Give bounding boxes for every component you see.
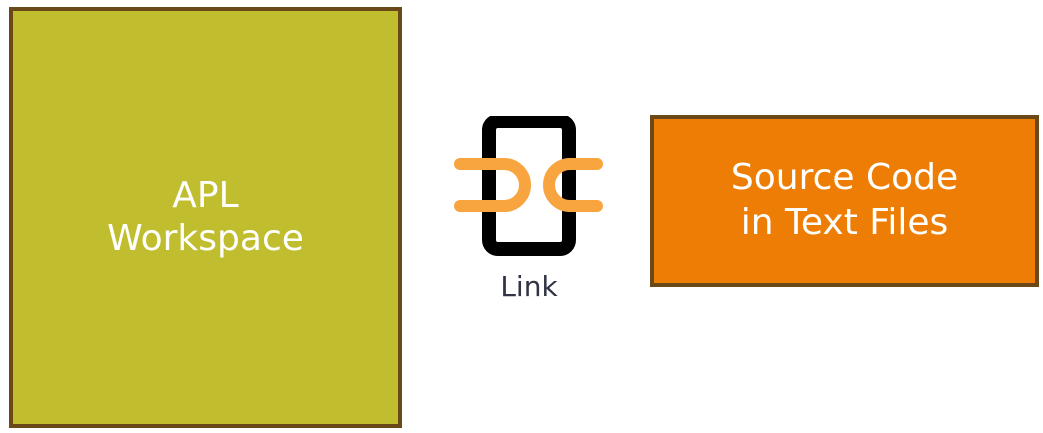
source-code-box: Source Code in Text Files [650,115,1039,287]
source-title-line1: Source Code [730,157,959,199]
source-title-line2: in Text Files [740,202,949,243]
diagram-canvas: APL Workspace Link Source Code in Text F… [0,0,1043,433]
apl-workspace-box: APL Workspace [9,7,402,428]
workspace-title-line1: APL [172,175,239,217]
link-label: Link [500,270,558,303]
workspace-title-line2: Workspace [107,217,304,259]
link-icon [454,116,603,256]
